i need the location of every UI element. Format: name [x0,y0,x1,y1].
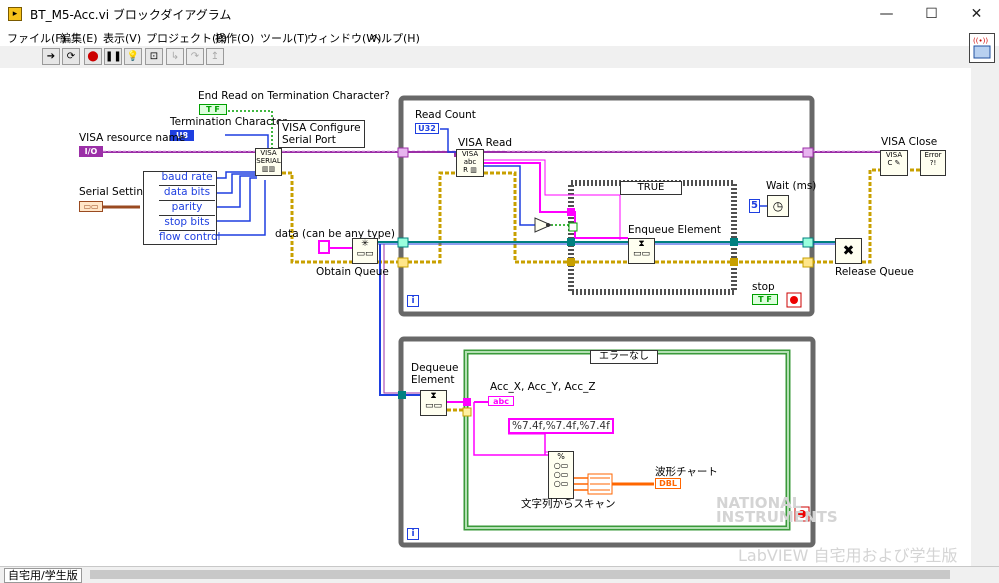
visa-close-label: VISA Close [881,136,938,148]
retain-wire-values-icon[interactable]: ⊡ [145,48,163,65]
menu-tools[interactable]: ツール(T) [260,30,308,46]
horizontal-scrollbar-thumb[interactable] [90,570,950,579]
menu-operate[interactable]: 操作(O) [215,30,254,46]
vertical-scrollbar[interactable] [971,68,999,566]
visa-read-label: VISA Read [458,137,513,149]
obtain-queue-node[interactable]: ✳ ▭▭ [352,238,378,264]
highlight-execution-icon[interactable]: 💡 [124,48,142,65]
step-over-icon[interactable]: ↷ [186,48,204,65]
stop-terminal[interactable]: T F [752,294,778,305]
scan-from-string-label: 文字列からスキャン [521,498,616,510]
menu-edit[interactable]: 編集(E) [60,30,98,46]
visa-read-node[interactable]: VISA abc R ▥ [456,149,484,177]
loop-iteration-lower: i [407,528,419,540]
release-queue-node[interactable]: ✖ [835,238,862,264]
visa-close-node[interactable]: VISA C ✎ [880,150,908,176]
acc-indicator[interactable]: abc [488,396,514,406]
maximize-button[interactable]: ☐ [909,0,954,28]
run-arrow-icon[interactable]: ➔ [42,48,60,65]
step-out-icon[interactable]: ↥ [206,48,224,65]
minimize-button[interactable]: — [864,0,909,28]
toolbar: ➔ ⟳ ⬤ ❚❚ 💡 ⊡ ↳ ↷ ↥ ((•)) [0,33,999,69]
acc-labels: Acc_X, Acc_Y, Acc_Z [490,381,596,393]
clock-icon[interactable]: ◷ [767,195,789,217]
data-constant[interactable] [318,240,330,254]
waveform-chart-label: 波形チャート [655,466,718,478]
enqueue-label: Enqueue Element [628,224,721,236]
pause-icon[interactable]: ❚❚ [104,48,122,65]
menu-file[interactable]: ファイル(F) [7,30,66,46]
stop-label: stop [752,281,775,293]
visa-configure-node[interactable]: VISA SERIAL ▥▥ [255,148,282,176]
cluster-baud-rate: baud rate [159,171,215,186]
wait-constant[interactable]: 5 [749,199,760,213]
window-title: BT_M5-Acc.vi ブロックダイアグラム [30,8,232,22]
waveform-chart-terminal[interactable]: DBL [655,478,681,489]
menu-bar: ファイル(F) 編集(E) 表示(V) プロジェクト(P) 操作(O) ツール(… [0,28,999,46]
context-label[interactable]: 自宅用/学生版 [4,568,82,583]
ni-logo-watermark: NATIONAL INSTRUMENTS [716,494,838,526]
release-queue-label: Release Queue [835,266,914,278]
labview-vi-icon: ▸ [8,7,22,21]
block-diagram-canvas[interactable]: End Read on Termination Character? T F T… [0,68,971,566]
svg-text:((•)): ((•)) [973,37,988,45]
abort-icon[interactable]: ⬤ [84,48,102,65]
read-count-label: Read Count [415,109,476,121]
title-bar: ▸ BT_M5-Acc.vi ブロックダイアグラム — ☐ ✕ [0,0,999,28]
close-button[interactable]: ✕ [954,0,999,28]
obtain-queue-label: Obtain Queue [316,266,389,278]
run-continuous-icon[interactable]: ⟳ [62,48,80,65]
error-handler-node[interactable]: Error?! [920,150,946,176]
loop-iteration-upper: i [407,295,419,307]
end-read-constant[interactable]: T F [199,104,227,115]
cluster-stop-bits: stop bits [159,216,215,231]
end-read-label: End Read on Termination Character? [198,90,390,102]
labview-watermark: LabVIEW 自宅用および学生版 [738,546,958,565]
serial-settings-control[interactable]: ▭▭ [79,201,103,212]
case-selector-no-error-label: エラーなし [599,351,649,362]
dequeue-node[interactable]: ⧗ ▭▭ [420,390,447,416]
dequeue-label: Dequeue Element [411,362,459,386]
visa-resource-label: VISA resource name [79,132,186,144]
cluster-flow-control: flow control [159,231,221,243]
case-selector-true[interactable]: TRUE [620,181,682,195]
menu-view[interactable]: 表示(V) [103,30,141,46]
scan-from-string-node[interactable]: % ○▭ ○▭ ○▭ [548,451,574,499]
wait-label: Wait (ms) [766,180,817,192]
cluster-parity: parity [159,201,215,216]
visa-resource-control[interactable]: I/O [79,146,103,157]
status-bar: 自宅用/学生版 [0,566,999,583]
format-string-constant[interactable]: %7.4f,%7.4f,%7.4f [508,418,614,434]
enqueue-node[interactable]: ⧗ ▭▭ [628,238,655,264]
cluster-items: baud rate data bits parity stop bits flo… [159,171,221,245]
cluster-data-bits: data bits [159,186,215,201]
menu-help[interactable]: ヘルプ(H) [370,30,420,46]
case-selector-label: TRUE [637,182,665,193]
read-count-control[interactable]: U32 [415,123,439,134]
case-selector-no-error[interactable]: エラーなし [590,350,658,364]
vi-icon[interactable]: ((•)) [969,33,995,63]
visa-configure-label: VISA Configure Serial Port [278,120,365,148]
step-into-icon[interactable]: ↳ [166,48,184,65]
termination-char-label: Termination Character [170,116,287,128]
